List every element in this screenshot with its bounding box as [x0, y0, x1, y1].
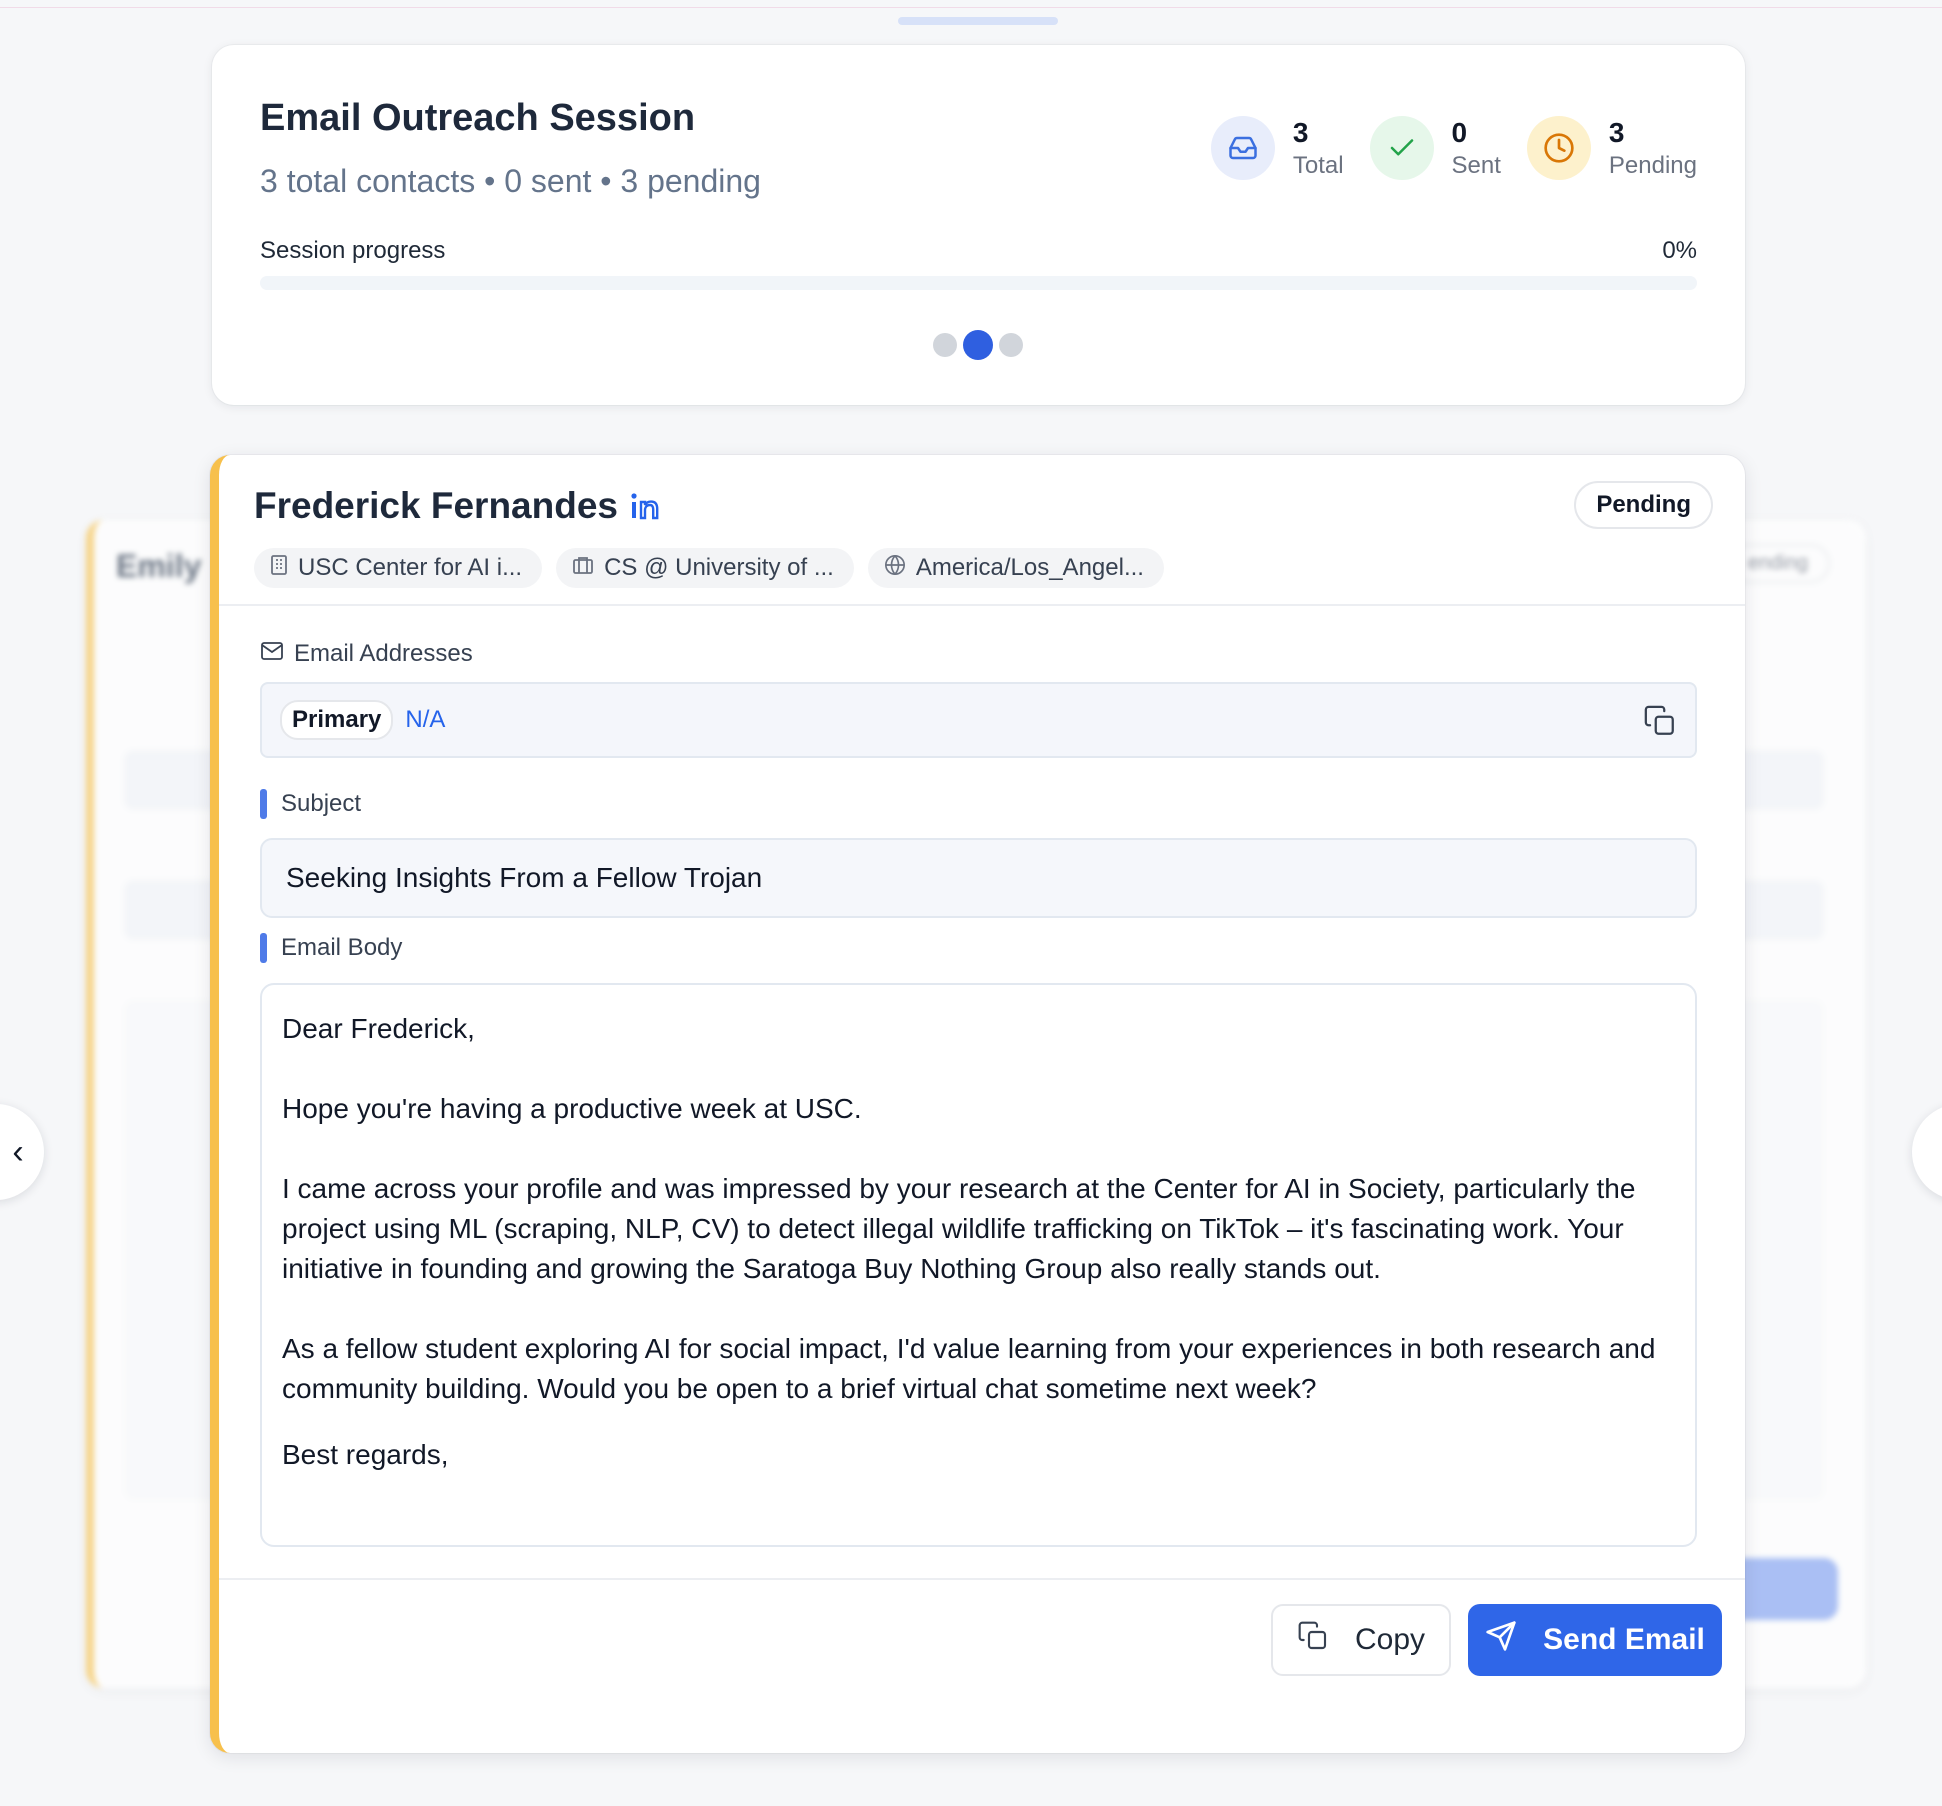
body-paragraph-2: I came across your profile and was impre…: [282, 1173, 1636, 1284]
organization-chip: USC Center for AI i...: [254, 548, 543, 588]
email-address-row: Primary N/A: [260, 682, 1697, 758]
copy-icon: [1297, 1620, 1329, 1660]
copy-email-icon[interactable]: [1643, 704, 1677, 743]
globe-icon: [884, 554, 906, 583]
subject-label-text: Subject: [281, 790, 362, 817]
carousel-dots: [933, 330, 1023, 360]
progress-percent: 0%: [1662, 237, 1697, 264]
subject-accent-bar: [260, 789, 267, 819]
carousel-dot[interactable]: [963, 330, 993, 360]
email-value[interactable]: N/A: [405, 706, 445, 734]
email-addresses-label: Email Addresses: [260, 640, 473, 668]
stat-pending: 3 Pending: [1526, 115, 1697, 181]
inbox-icon: [1210, 116, 1275, 180]
primary-tag: Primary: [280, 700, 394, 740]
timezone-chip: America/Los_Angel...: [867, 548, 1164, 588]
stat-total: 3 Total: [1210, 115, 1344, 181]
role-text: CS @ University of ...: [604, 554, 834, 581]
linkedin-icon[interactable]: [630, 491, 664, 521]
previous-contact-button[interactable]: ‹: [0, 1104, 44, 1200]
email-body-textarea[interactable]: Dear Frederick, Hope you're having a pro…: [260, 983, 1697, 1547]
organization-text: USC Center for AI i...: [298, 554, 523, 581]
send-email-button[interactable]: Send Email: [1468, 1604, 1722, 1676]
stat-sent-value: 0: [1451, 117, 1468, 148]
progress-bar: [260, 276, 1697, 290]
body-paragraph-1: Hope you're having a productive week at …: [282, 1093, 862, 1124]
clock-icon: [1526, 116, 1591, 180]
carousel-dot[interactable]: [933, 333, 957, 357]
subject-label: Subject: [260, 789, 361, 819]
stat-pending-label: Pending: [1608, 152, 1697, 179]
chevron-left-icon: ‹: [12, 1132, 24, 1171]
drag-handle[interactable]: [898, 17, 1058, 25]
contact-email-card: Frederick Fernandes Pending USC Center f…: [210, 455, 1745, 1753]
footer-divider: [219, 1578, 1745, 1580]
check-icon: [1369, 116, 1434, 180]
background-contact-name: Emily: [116, 548, 202, 584]
stat-total-value: 3: [1292, 117, 1309, 148]
session-stats: 3 Total 0 Sent 3 Pending: [1210, 115, 1697, 181]
session-summary-card: Email Outreach Session 3 total contacts …: [212, 45, 1745, 405]
top-border: [0, 7, 1942, 8]
role-chip: CS @ University of ...: [556, 548, 854, 588]
body-closing: Best regards,: [282, 1439, 449, 1470]
timezone-text: America/Los_Angel...: [915, 554, 1144, 581]
stat-total-label: Total: [1292, 152, 1344, 179]
copy-button[interactable]: Copy: [1271, 1604, 1451, 1676]
body-greeting: Dear Frederick,: [282, 1013, 475, 1044]
building-icon: [270, 554, 288, 583]
session-subtitle: 3 total contacts • 0 sent • 3 pending: [260, 163, 761, 199]
progress-label: Session progress: [260, 237, 446, 264]
session-title: Email Outreach Session: [260, 97, 696, 139]
carousel-dot[interactable]: [999, 333, 1023, 357]
header-divider: [219, 604, 1745, 606]
send-icon: [1485, 1620, 1517, 1660]
briefcase-icon: [572, 554, 594, 582]
next-contact-button[interactable]: ›: [1912, 1104, 1942, 1200]
contact-name: Frederick Fernandes: [254, 485, 618, 526]
email-body-label: Email Body: [260, 933, 402, 963]
subject-input[interactable]: Seeking Insights From a Fellow Trojan: [260, 838, 1697, 918]
stat-pending-value: 3: [1608, 117, 1625, 148]
mail-icon: [260, 640, 284, 668]
body-accent-bar: [260, 933, 267, 963]
body-paragraph-3: As a fellow student exploring AI for soc…: [282, 1333, 1656, 1404]
email-addresses-label-text: Email Addresses: [294, 640, 473, 667]
status-badge: Pending: [1574, 481, 1713, 529]
send-email-label: Send Email: [1543, 1623, 1705, 1656]
copy-button-label: Copy: [1354, 1623, 1426, 1656]
stat-sent-label: Sent: [1451, 152, 1501, 179]
contact-info-chips: USC Center for AI i... CS @ University o…: [254, 548, 1164, 588]
email-body-label-text: Email Body: [281, 934, 403, 961]
contact-name-row: Frederick Fernandes: [254, 485, 664, 527]
stat-sent: 0 Sent: [1369, 115, 1501, 181]
